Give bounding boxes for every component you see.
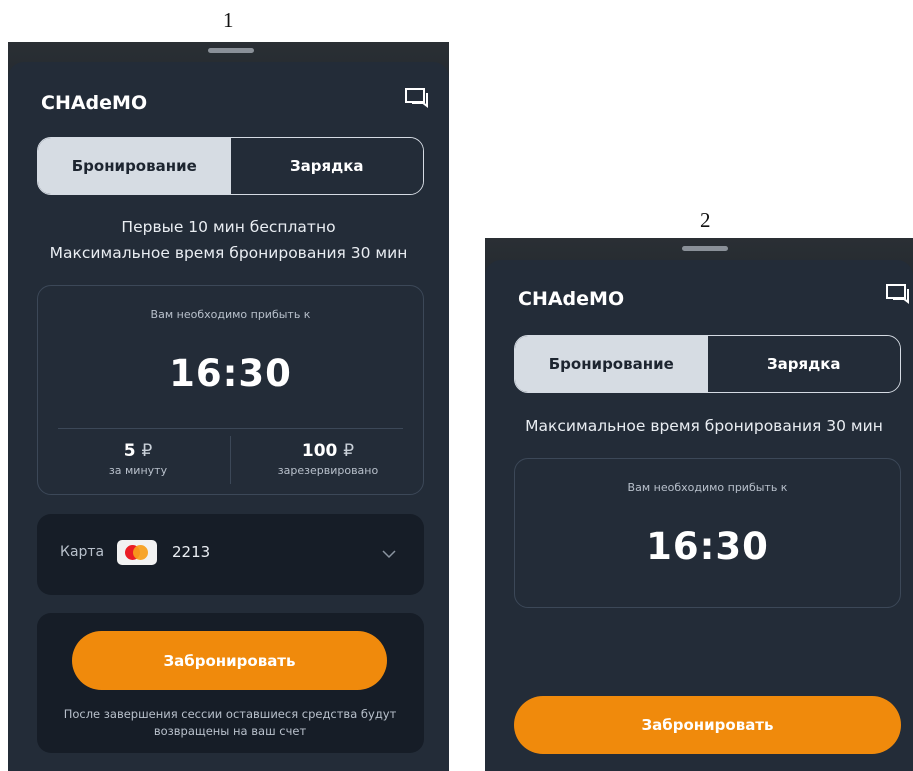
arrival-card: Вам необходимо прибыть к 16:30: [514, 458, 901, 608]
card-label: Карта: [60, 544, 105, 560]
arrival-time: 16:30: [169, 352, 292, 395]
mastercard-logo-icon: [117, 540, 157, 565]
figure-label-1: 1: [223, 8, 234, 32]
price-per-minute-value: 5: [123, 441, 136, 461]
card-number: 2213: [172, 543, 211, 561]
reserved-caption: зарезервировано: [277, 464, 379, 477]
bottom-sheet: CHAdeMO Бронирование Зарядка Первые 10 м…: [8, 62, 449, 771]
price-per-minute-caption: за минуту: [108, 464, 168, 477]
arrival-card: Вам необходимо прибыть к 16:30 5 ₽ за ми…: [37, 285, 424, 495]
reserved-amount-value: 100: [301, 441, 338, 461]
reserved-amount: 100 ₽: [238, 441, 418, 461]
mode-segmented-control: Бронирование Зарядка: [514, 335, 901, 393]
refund-note: После завершения сессии оставшиеся средс…: [63, 707, 397, 738]
arrive-by-label: Вам необходимо прибыть к: [150, 308, 311, 321]
chevron-down-icon[interactable]: [382, 550, 396, 559]
max-booking-info: Максимальное время бронирования 30 мин: [525, 417, 883, 435]
book-button[interactable]: Забронировать: [514, 696, 901, 754]
tab-booking[interactable]: Бронирование: [515, 336, 708, 392]
max-booking-info: Максимальное время бронирования 30 мин: [49, 244, 408, 262]
price-per-minute: 5 ₽: [48, 441, 228, 461]
book-button[interactable]: Забронировать: [72, 631, 387, 690]
payment-card-select[interactable]: Карта 2213: [37, 514, 424, 595]
station-title: CHAdeMO: [518, 288, 625, 310]
sheet-drag-handle[interactable]: [208, 48, 254, 53]
tab-charging[interactable]: Зарядка: [707, 336, 900, 392]
card-divider: [58, 428, 403, 429]
phone-screen-1: CHAdeMO Бронирование Зарядка Первые 10 м…: [8, 42, 449, 771]
ruble-sign: ₽: [141, 441, 153, 461]
arrive-by-label: Вам необходимо прибыть к: [627, 481, 788, 494]
bottom-sheet: CHAdeMO Бронирование Зарядка Максимально…: [485, 260, 913, 771]
figure-label-2: 2: [700, 208, 711, 232]
chat-bubbles-icon[interactable]: [885, 283, 911, 305]
mode-segmented-control: Бронирование Зарядка: [37, 137, 424, 195]
chat-bubbles-icon[interactable]: [404, 87, 430, 109]
free-period-info: Первые 10 мин бесплатно: [121, 218, 336, 236]
ruble-sign: ₽: [343, 441, 355, 461]
tab-charging[interactable]: Зарядка: [230, 138, 423, 194]
sheet-drag-handle[interactable]: [682, 246, 728, 251]
phone-screen-2: CHAdeMO Бронирование Зарядка Максимально…: [485, 238, 913, 771]
arrival-time: 16:30: [646, 525, 769, 568]
station-title: CHAdeMO: [41, 92, 148, 114]
tab-booking[interactable]: Бронирование: [38, 138, 231, 194]
booking-action-panel: Забронировать После завершения сессии ос…: [37, 613, 424, 753]
stats-divider: [230, 436, 231, 484]
